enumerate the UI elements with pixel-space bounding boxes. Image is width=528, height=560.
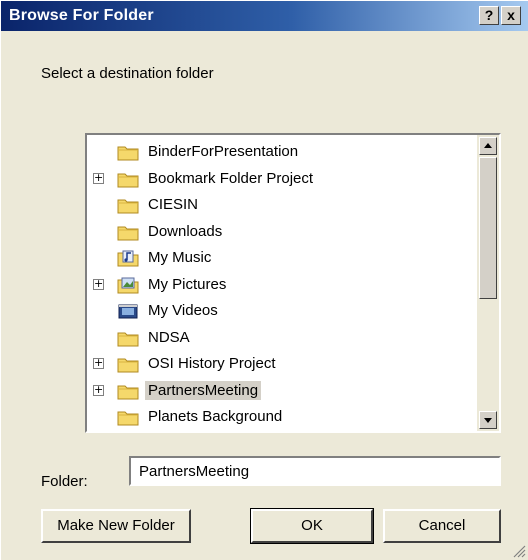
tree-item-label: CIESIN	[148, 196, 199, 213]
folder-icon	[117, 223, 139, 241]
tree-item-label: Planets Background	[148, 408, 283, 425]
folder-label: Folder:	[41, 473, 88, 490]
tree-item[interactable]: NDSA	[87, 325, 477, 351]
scroll-thumb[interactable]	[479, 157, 497, 299]
tree-item[interactable]: My Videos	[87, 298, 477, 324]
title-bar[interactable]: Browse For Folder ? x	[1, 1, 528, 31]
tree-item[interactable]: + Bookmark Folder Project	[87, 166, 477, 192]
resize-grip-icon[interactable]	[512, 544, 526, 558]
folder-icon	[117, 408, 139, 426]
cancel-button[interactable]: Cancel	[383, 509, 501, 543]
pictures-folder-icon	[117, 276, 139, 294]
tree-item-label: Bookmark Folder Project	[148, 169, 314, 187]
folder-icon	[117, 382, 139, 400]
tree-item[interactable]: Downloads	[87, 219, 477, 245]
tree-item-label: My Videos	[148, 302, 218, 319]
window-title: Browse For Folder	[9, 7, 154, 24]
tree-item-label: My Pictures	[148, 275, 227, 293]
expand-plus-icon[interactable]: +	[93, 357, 104, 369]
tree-item-label: NDSA	[148, 328, 190, 346]
folder-icon	[117, 143, 139, 161]
tree-item-label: OSI History Project	[148, 355, 276, 372]
videos-folder-icon	[117, 302, 139, 320]
music-folder-icon	[117, 249, 139, 267]
vertical-scrollbar[interactable]	[477, 135, 499, 431]
make-new-folder-button[interactable]: Make New Folder	[41, 509, 191, 543]
scroll-down-button[interactable]	[479, 411, 497, 429]
folder-icon	[117, 355, 139, 373]
tree-item-label: PartnersMeeting	[145, 380, 262, 400]
tree-item[interactable]: + OSI History Project	[87, 351, 477, 377]
close-button[interactable]: x	[501, 6, 521, 25]
folder-icon	[117, 329, 139, 347]
help-button[interactable]: ?	[479, 6, 499, 25]
tree-item-label: Downloads	[148, 222, 223, 240]
arrow-down-icon	[484, 418, 492, 423]
tree-item[interactable]: My Music	[87, 245, 477, 271]
folder-name-input[interactable]	[129, 456, 501, 486]
tree-item[interactable]: + PartnersMeeting	[87, 378, 477, 404]
browse-for-folder-dialog: Browse For Folder ? x Select a destinati…	[0, 0, 528, 560]
tree-item-label: My Music	[148, 249, 212, 266]
tree-item-label: BinderForPresentation	[148, 143, 299, 160]
tree-item[interactable]: CIESIN	[87, 192, 477, 218]
folder-tree[interactable]: BinderForPresentation + Bookmark Folder Pr…	[85, 133, 501, 433]
ok-button[interactable]: OK	[250, 508, 374, 544]
folder-icon	[117, 170, 139, 188]
expand-plus-icon[interactable]: +	[93, 384, 104, 396]
folder-icon	[117, 196, 139, 214]
expand-plus-icon[interactable]: +	[93, 278, 104, 290]
expand-plus-icon[interactable]: +	[93, 172, 104, 184]
tree-item[interactable]: Planets Background	[87, 404, 477, 430]
scroll-up-button[interactable]	[479, 137, 497, 155]
tree-item[interactable]: + My Pictures	[87, 272, 477, 298]
instruction-text: Select a destination folder	[41, 65, 214, 82]
arrow-up-icon	[484, 143, 492, 148]
folder-tree-list: BinderForPresentation + Bookmark Folder Pr…	[87, 135, 477, 431]
tree-item[interactable]: BinderForPresentation	[87, 139, 477, 165]
